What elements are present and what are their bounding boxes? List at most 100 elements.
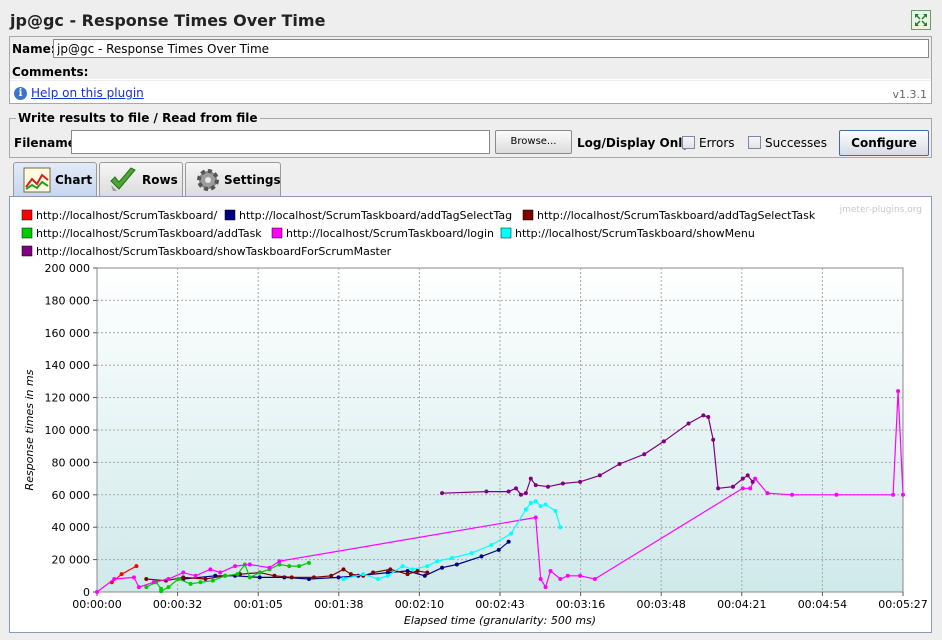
- data-point: [523, 507, 528, 512]
- configure-button[interactable]: Configure: [839, 130, 929, 156]
- data-point: [891, 492, 896, 497]
- data-point: [538, 504, 543, 509]
- comments-field[interactable]: [10, 79, 931, 80]
- data-point: [896, 389, 901, 394]
- data-point: [509, 531, 514, 536]
- data-point: [543, 585, 548, 590]
- data-point: [287, 564, 292, 569]
- legend-swatch: [21, 209, 33, 221]
- tab-rows[interactable]: Rows: [99, 162, 183, 196]
- data-point: [210, 578, 215, 583]
- data-point: [348, 572, 353, 577]
- legend-entry: http://localhost/ScrumTaskboard/login: [286, 227, 494, 240]
- data-point: [553, 509, 558, 513]
- tab-settings[interactable]: Settings: [185, 162, 281, 196]
- data-point: [740, 486, 745, 491]
- legend-entry: http://localhost/ScrumTaskboard/addTask: [36, 227, 262, 240]
- help-row: i Help on this plugin v1.3.1: [10, 81, 931, 103]
- x-tick-label: 00:02:10: [395, 598, 444, 611]
- data-point: [159, 589, 164, 594]
- data-point: [745, 473, 750, 478]
- tab-settings-label: Settings: [224, 173, 281, 187]
- file-panel-title: Write results to file / Read from file: [16, 111, 260, 125]
- y-tick-label: 140 000: [45, 359, 91, 372]
- successes-checkbox[interactable]: [748, 136, 761, 149]
- data-point: [166, 577, 171, 582]
- comments-label: Comments:: [12, 65, 89, 79]
- tab-rows-label: Rows: [142, 173, 178, 187]
- data-point: [642, 452, 647, 457]
- legend-entry: http://localhost/ScrumTaskboard/addTagSe…: [239, 209, 512, 222]
- data-point: [435, 559, 440, 564]
- data-point: [686, 421, 691, 426]
- data-point: [134, 564, 139, 569]
- data-point: [765, 491, 770, 496]
- data-point: [151, 580, 156, 585]
- errors-label: Errors: [699, 136, 735, 150]
- data-point: [469, 551, 474, 556]
- y-tick-label: 120 000: [45, 392, 91, 405]
- data-point: [272, 573, 277, 578]
- data-point: [479, 554, 484, 559]
- data-point: [188, 581, 193, 586]
- data-point: [267, 565, 272, 570]
- data-point: [560, 481, 565, 486]
- data-point: [538, 577, 543, 582]
- tab-chart[interactable]: Chart: [13, 162, 97, 196]
- data-point: [136, 585, 141, 590]
- data-point: [425, 564, 430, 569]
- data-point: [533, 499, 538, 504]
- gear-icon: [195, 167, 223, 193]
- legend-swatch: [224, 209, 236, 221]
- data-point: [578, 573, 583, 578]
- data-point: [484, 489, 489, 494]
- data-point: [617, 462, 622, 467]
- data-point: [592, 577, 597, 582]
- filename-field[interactable]: [71, 130, 490, 154]
- data-point: [176, 577, 181, 582]
- checkmark-icon: [109, 167, 137, 193]
- errors-checkbox[interactable]: [682, 136, 695, 149]
- data-point: [306, 560, 311, 565]
- data-point: [277, 559, 282, 564]
- data-point: [181, 570, 186, 575]
- x-tick-label: 00:02:43: [475, 598, 524, 611]
- x-tick-label: 00:00:32: [153, 598, 202, 611]
- data-point: [546, 484, 551, 489]
- data-point: [506, 489, 511, 494]
- data-point: [247, 575, 252, 580]
- data-point: [449, 555, 454, 560]
- legend-swatch: [271, 227, 283, 239]
- legend-swatch: [500, 227, 512, 239]
- expand-icon[interactable]: [911, 10, 931, 30]
- y-tick-label: 100 000: [45, 424, 91, 437]
- successes-label: Successes: [765, 136, 827, 150]
- data-point: [489, 543, 494, 548]
- x-tick-label: 00:01:05: [233, 598, 282, 611]
- data-point: [661, 439, 666, 444]
- data-point: [371, 570, 376, 575]
- data-point: [440, 565, 445, 570]
- data-point: [223, 573, 228, 578]
- data-point: [543, 502, 548, 507]
- data-point: [289, 575, 294, 580]
- data-point: [405, 572, 410, 577]
- data-point: [341, 577, 346, 582]
- browse-button[interactable]: Browse...: [495, 130, 572, 154]
- data-point: [834, 492, 839, 497]
- data-point: [257, 570, 262, 575]
- name-field[interactable]: [53, 39, 929, 58]
- legend-entry: http://localhost/ScrumTaskboard/addTagSe…: [537, 209, 816, 222]
- data-point: [95, 590, 99, 594]
- data-point: [716, 486, 721, 491]
- data-point: [400, 564, 405, 569]
- data-point: [112, 577, 117, 582]
- tab-chart-label: Chart: [55, 173, 93, 187]
- info-icon: i: [14, 87, 27, 100]
- data-point: [361, 572, 366, 577]
- help-link[interactable]: Help on this plugin: [31, 86, 144, 100]
- data-point: [528, 476, 533, 481]
- data-point: [528, 500, 533, 505]
- data-point: [753, 476, 758, 481]
- legend-entry: http://localhost/ScrumTaskboard/: [36, 209, 218, 222]
